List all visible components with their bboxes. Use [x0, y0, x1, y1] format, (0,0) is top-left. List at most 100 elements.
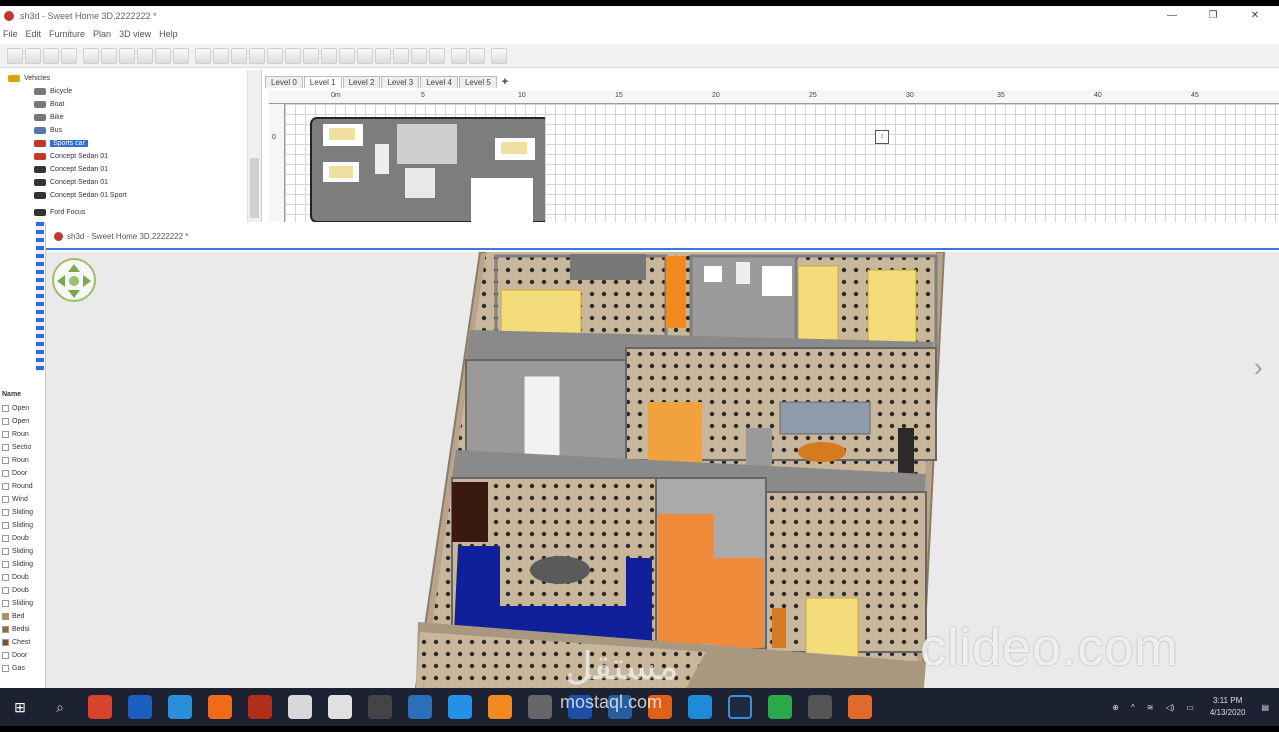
- app-icon-red[interactable]: [248, 695, 272, 719]
- catalog-item[interactable]: Boat: [34, 98, 64, 111]
- folder-icon[interactable]: [528, 695, 552, 719]
- list-item[interactable]: Sliding: [2, 506, 44, 519]
- tab-level-1[interactable]: Level 1: [303, 76, 342, 88]
- store-icon[interactable]: [128, 695, 152, 719]
- scrollbar-thumb[interactable]: [250, 158, 259, 218]
- menu-furniture[interactable]: Furniture: [49, 29, 85, 39]
- list-item[interactable]: Chest: [2, 636, 44, 649]
- notifications-icon[interactable]: ▤: [1261, 703, 1269, 712]
- list-item[interactable]: Round: [2, 480, 44, 493]
- list-item[interactable]: Roun: [2, 428, 44, 441]
- save-icon[interactable]: [43, 47, 59, 64]
- menu-plan[interactable]: Plan: [93, 29, 111, 39]
- menu-help[interactable]: Help: [159, 29, 178, 39]
- navigation-arrows[interactable]: [52, 258, 96, 302]
- add-furniture-icon[interactable]: [195, 47, 211, 64]
- catalog-item[interactable]: Bicycle: [34, 85, 72, 98]
- list-header-name[interactable]: Name: [2, 388, 44, 401]
- catalog-item[interactable]: Concept Sedan 01 Sport: [34, 189, 127, 202]
- catalog-item[interactable]: Concept Sedan 01: [34, 163, 108, 176]
- help-icon[interactable]: [491, 47, 507, 64]
- list-item[interactable]: Door: [2, 467, 44, 480]
- media-icon[interactable]: [368, 695, 392, 719]
- add-level-button[interactable]: +: [502, 76, 508, 88]
- tab-level-3[interactable]: Level 3: [381, 76, 420, 88]
- tab-level-0[interactable]: Level 0: [265, 76, 303, 88]
- volume-icon[interactable]: ◁): [1165, 703, 1174, 712]
- catalog-item[interactable]: Concept Sedan 01: [34, 176, 108, 189]
- chevron-up-icon[interactable]: ^: [1131, 703, 1135, 712]
- close-button[interactable]: ✕: [1240, 6, 1270, 26]
- list-item[interactable]: Sliding: [2, 545, 44, 558]
- bold-text-icon[interactable]: [375, 47, 391, 64]
- wifi-icon[interactable]: ≋: [1147, 703, 1154, 712]
- app-icon-blue[interactable]: [408, 695, 432, 719]
- catalog-item[interactable]: Bike: [34, 111, 64, 124]
- create-rooms-icon[interactable]: [267, 47, 283, 64]
- new-icon[interactable]: [7, 47, 23, 64]
- catalog-item-selected[interactable]: Sports car: [34, 137, 88, 150]
- create-polylines-icon[interactable]: [285, 47, 301, 64]
- create-video-icon[interactable]: [469, 47, 485, 64]
- pan-mode-icon[interactable]: [231, 47, 247, 64]
- create-walls-icon[interactable]: [249, 47, 265, 64]
- list-item[interactable]: Sliding: [2, 597, 44, 610]
- catalog-item[interactable]: Vehicles: [8, 72, 50, 85]
- minimize-button[interactable]: —: [1157, 6, 1187, 26]
- sweet-home-icon[interactable]: [808, 695, 832, 719]
- plan-grid[interactable]: [285, 104, 1279, 223]
- tab-level-2[interactable]: Level 2: [342, 76, 381, 88]
- undo-icon[interactable]: [83, 47, 99, 64]
- catalog-item[interactable]: Ford Focus: [34, 206, 85, 219]
- search-icon[interactable]: ⌕: [48, 695, 72, 719]
- copy-icon[interactable]: [137, 47, 153, 64]
- tab-level-5[interactable]: Level 5: [458, 76, 497, 88]
- list-item[interactable]: Doub: [2, 532, 44, 545]
- decrease-text-icon[interactable]: [357, 47, 373, 64]
- camtasia-icon[interactable]: [768, 695, 792, 719]
- list-item[interactable]: Gas: [2, 662, 44, 675]
- app-icon-ring[interactable]: [728, 695, 752, 719]
- list-item[interactable]: Open: [2, 402, 44, 415]
- firefox-icon[interactable]: [208, 695, 232, 719]
- list-item[interactable]: Wind: [2, 493, 44, 506]
- add-text-icon[interactable]: [321, 47, 337, 64]
- list-item[interactable]: Door: [2, 649, 44, 662]
- office-icon[interactable]: [88, 695, 112, 719]
- paint-icon[interactable]: [448, 695, 472, 719]
- plan-view[interactable]: Level 0 Level 1 Level 2 Level 3 Level 4 …: [265, 70, 1279, 223]
- list-item[interactable]: Sliding: [2, 558, 44, 571]
- list-item[interactable]: Bedsi: [2, 623, 44, 636]
- list-item[interactable]: Open: [2, 415, 44, 428]
- cut-icon[interactable]: [61, 47, 77, 64]
- catalog-item[interactable]: Concept Sedan 01: [34, 150, 108, 163]
- battery-icon[interactable]: ▭: [1186, 703, 1194, 712]
- create-photo-icon[interactable]: [451, 47, 467, 64]
- pen-icon[interactable]: [328, 695, 352, 719]
- list-item[interactable]: Bed: [2, 610, 44, 623]
- globe-icon[interactable]: ⊕: [1112, 703, 1119, 712]
- scissors-icon[interactable]: [119, 47, 135, 64]
- briefcase-icon[interactable]: [288, 695, 312, 719]
- windows-start-icon[interactable]: ⊞: [8, 695, 32, 719]
- paste-icon[interactable]: [155, 47, 171, 64]
- next-arrow-icon[interactable]: ›: [1254, 352, 1276, 382]
- catalog-item[interactable]: Bus: [34, 124, 62, 137]
- list-item[interactable]: Doub: [2, 584, 44, 597]
- compass-marker[interactable]: ↕: [875, 130, 889, 144]
- open-icon[interactable]: [25, 47, 41, 64]
- network-icon[interactable]: [488, 695, 512, 719]
- maximize-button[interactable]: ❐: [1198, 6, 1228, 26]
- select-mode-icon[interactable]: [213, 47, 229, 64]
- menu-3d-view[interactable]: 3D view: [119, 29, 151, 39]
- list-item[interactable]: Roun: [2, 454, 44, 467]
- list-item[interactable]: Doub: [2, 571, 44, 584]
- italic-text-icon[interactable]: [393, 47, 409, 64]
- list-item[interactable]: Sliding: [2, 519, 44, 532]
- delete-icon[interactable]: [173, 47, 189, 64]
- app-icon-orange[interactable]: [848, 695, 872, 719]
- menu-file[interactable]: File: [3, 29, 18, 39]
- app-icon-sky[interactable]: [688, 695, 712, 719]
- tab-level-4[interactable]: Level 4: [420, 76, 458, 88]
- zoom-in-icon[interactable]: [411, 47, 427, 64]
